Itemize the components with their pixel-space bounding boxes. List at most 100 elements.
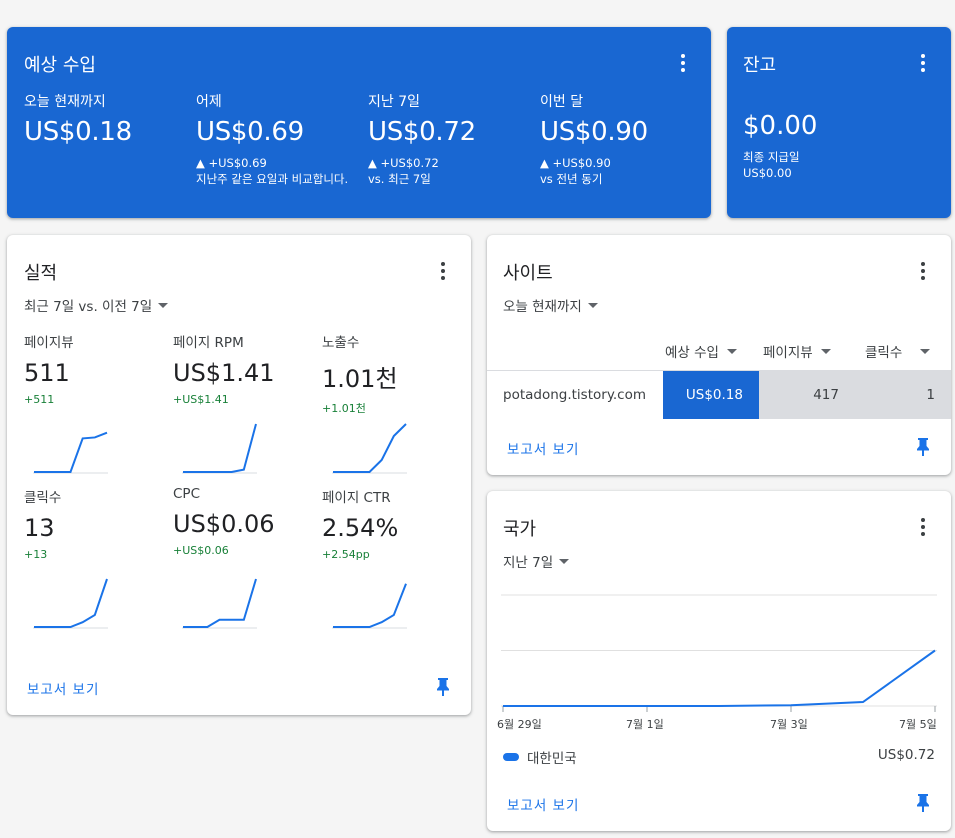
metric-value: US$0.18	[24, 117, 132, 147]
countries-more-icon[interactable]	[911, 515, 935, 539]
sites-range-dropdown[interactable]: 오늘 현재까지	[503, 295, 598, 315]
column-label: 예상 수입	[665, 345, 719, 361]
range-label: 최근 7일 vs. 이전 7일	[24, 299, 153, 315]
sparkline-series	[333, 583, 407, 628]
sparkline-pageviews	[33, 431, 108, 474]
balance-more-icon[interactable]	[911, 51, 935, 75]
metric-change: ▲ +US$0.69	[196, 156, 267, 170]
caret-down-icon	[726, 348, 737, 354]
sparkline-page-rpm	[182, 423, 257, 474]
legend-swatch	[503, 753, 519, 761]
performance-card: 실적 최근 7일 vs. 이전 7일 페이지뷰 511 +511 페이지 RPM…	[7, 235, 471, 715]
series-line-korea	[503, 649, 936, 707]
pin-icon[interactable]	[916, 793, 930, 813]
metric-impressions[interactable]: 노출수 1.01천 +1.01천	[322, 331, 398, 416]
metric-value: 1.01천	[322, 365, 398, 393]
caret-down-icon	[820, 348, 831, 354]
sites-more-icon[interactable]	[911, 259, 935, 283]
countries-card: 국가 지난 7일 6월 29일 7월 1일 7월 3일 7월 5일 대한민국 U…	[487, 491, 951, 831]
earnings-yesterday: 어제 US$0.69 ▲ +US$0.69 지난주 같은 요일과 비교합니다.	[196, 91, 356, 187]
country-legend-item[interactable]: 대한민국	[503, 747, 577, 767]
balance-card: 잔고 $0.00 최종 지급일 US$0.00	[727, 27, 951, 218]
metric-label: 이번 달	[540, 94, 584, 110]
metric-change: +US$1.41	[173, 393, 229, 406]
metric-value: US$0.72	[368, 117, 476, 147]
legend-country-value: US$0.72	[877, 747, 935, 763]
metric-page-ctr[interactable]: 페이지 CTR 2.54% +2.54pp	[322, 486, 398, 561]
column-header-earnings[interactable]: 예상 수입	[665, 341, 737, 361]
metric-label: 오늘 현재까지	[24, 94, 106, 110]
metric-label: 페이지뷰	[24, 335, 74, 351]
metric-change: +1.01천	[322, 402, 366, 415]
countries-report-link[interactable]: 보고서 보기	[507, 794, 579, 814]
sparkline-series	[333, 423, 407, 473]
metric-value: US$0.06	[173, 510, 275, 538]
sparkline-series	[34, 578, 108, 628]
x-tick-label: 7월 1일	[626, 718, 664, 731]
metric-value: 2.54%	[322, 514, 399, 542]
table-row[interactable]: potadong.tistory.com US$0.18 417 1	[487, 371, 951, 419]
x-tick-label: 7월 3일	[770, 718, 808, 731]
last-payment-value: US$0.00	[743, 166, 792, 180]
sparkline-cpc	[182, 578, 257, 629]
earnings-today: 오늘 현재까지 US$0.18	[24, 91, 189, 147]
countries-range-dropdown[interactable]: 지난 7일	[503, 551, 570, 571]
column-label: 페이지뷰	[763, 345, 813, 361]
metric-change: +US$0.06	[173, 544, 229, 557]
metric-page-rpm[interactable]: 페이지 RPM US$1.41 +US$1.41	[173, 331, 275, 406]
sparkline-impressions	[332, 423, 407, 474]
metric-note: vs. 최근 7일	[368, 172, 431, 186]
column-header-clicks[interactable]: 클릭수	[865, 341, 931, 361]
x-tick-label: 7월 5일	[899, 718, 937, 731]
caret-down-icon	[920, 348, 931, 354]
sparkline-clicks	[33, 578, 108, 629]
metric-label: 페이지 RPM	[173, 335, 244, 351]
legend-country-name: 대한민국	[527, 751, 577, 767]
metric-pageviews[interactable]: 페이지뷰 511 +511	[24, 331, 74, 406]
earnings-title: 예상 수입	[24, 55, 96, 76]
site-pageviews-cell: 417	[759, 371, 849, 419]
metric-value: 511	[24, 359, 70, 387]
range-label: 지난 7일	[503, 555, 554, 571]
metric-label: 클릭수	[24, 490, 62, 506]
sparkline-series	[34, 431, 108, 473]
metric-clicks[interactable]: 클릭수 13 +13	[24, 486, 61, 561]
sparkline-series	[183, 578, 257, 628]
sites-title: 사이트	[503, 263, 553, 284]
performance-more-icon[interactable]	[431, 259, 455, 283]
site-earnings-cell: US$0.18	[663, 371, 759, 419]
pin-icon[interactable]	[436, 677, 450, 697]
sparkline-page-ctr	[332, 583, 407, 629]
pin-icon[interactable]	[916, 437, 930, 457]
performance-title: 실적	[24, 263, 58, 284]
metric-label: 노출수	[322, 335, 360, 351]
balance-title: 잔고	[743, 55, 777, 76]
metric-change: +511	[24, 393, 55, 406]
countries-title: 국가	[503, 519, 537, 540]
sparkline-series	[183, 423, 257, 473]
site-clicks-cell: 1	[849, 371, 951, 419]
range-label: 오늘 현재까지	[503, 299, 582, 315]
earnings-this-month: 이번 달 US$0.90 ▲ +US$0.90 vs 전년 동기	[540, 91, 700, 187]
performance-range-dropdown[interactable]: 최근 7일 vs. 이전 7일	[24, 295, 169, 315]
balance-value: $0.00	[743, 111, 818, 141]
caret-down-icon	[587, 302, 598, 308]
metric-note: vs 전년 동기	[540, 172, 603, 186]
metric-value: US$1.41	[173, 359, 275, 387]
metric-label: 어제	[196, 94, 222, 110]
metric-change: ▲ +US$0.90	[540, 156, 611, 170]
metric-cpc[interactable]: CPC US$0.06 +US$0.06	[173, 486, 275, 557]
metric-change: +2.54pp	[322, 548, 370, 561]
metric-label: CPC	[173, 486, 200, 502]
metric-change: ▲ +US$0.72	[368, 156, 439, 170]
metric-value: US$0.90	[540, 117, 648, 147]
column-label: 클릭수	[865, 345, 903, 361]
caret-down-icon	[559, 558, 570, 564]
column-header-pageviews[interactable]: 페이지뷰	[763, 341, 831, 361]
earnings-more-icon[interactable]	[671, 51, 695, 75]
metric-change: +13	[24, 548, 48, 561]
performance-report-link[interactable]: 보고서 보기	[27, 678, 99, 698]
countries-line-chart	[501, 594, 937, 712]
sites-report-link[interactable]: 보고서 보기	[507, 438, 579, 458]
metric-value: 13	[24, 514, 55, 542]
